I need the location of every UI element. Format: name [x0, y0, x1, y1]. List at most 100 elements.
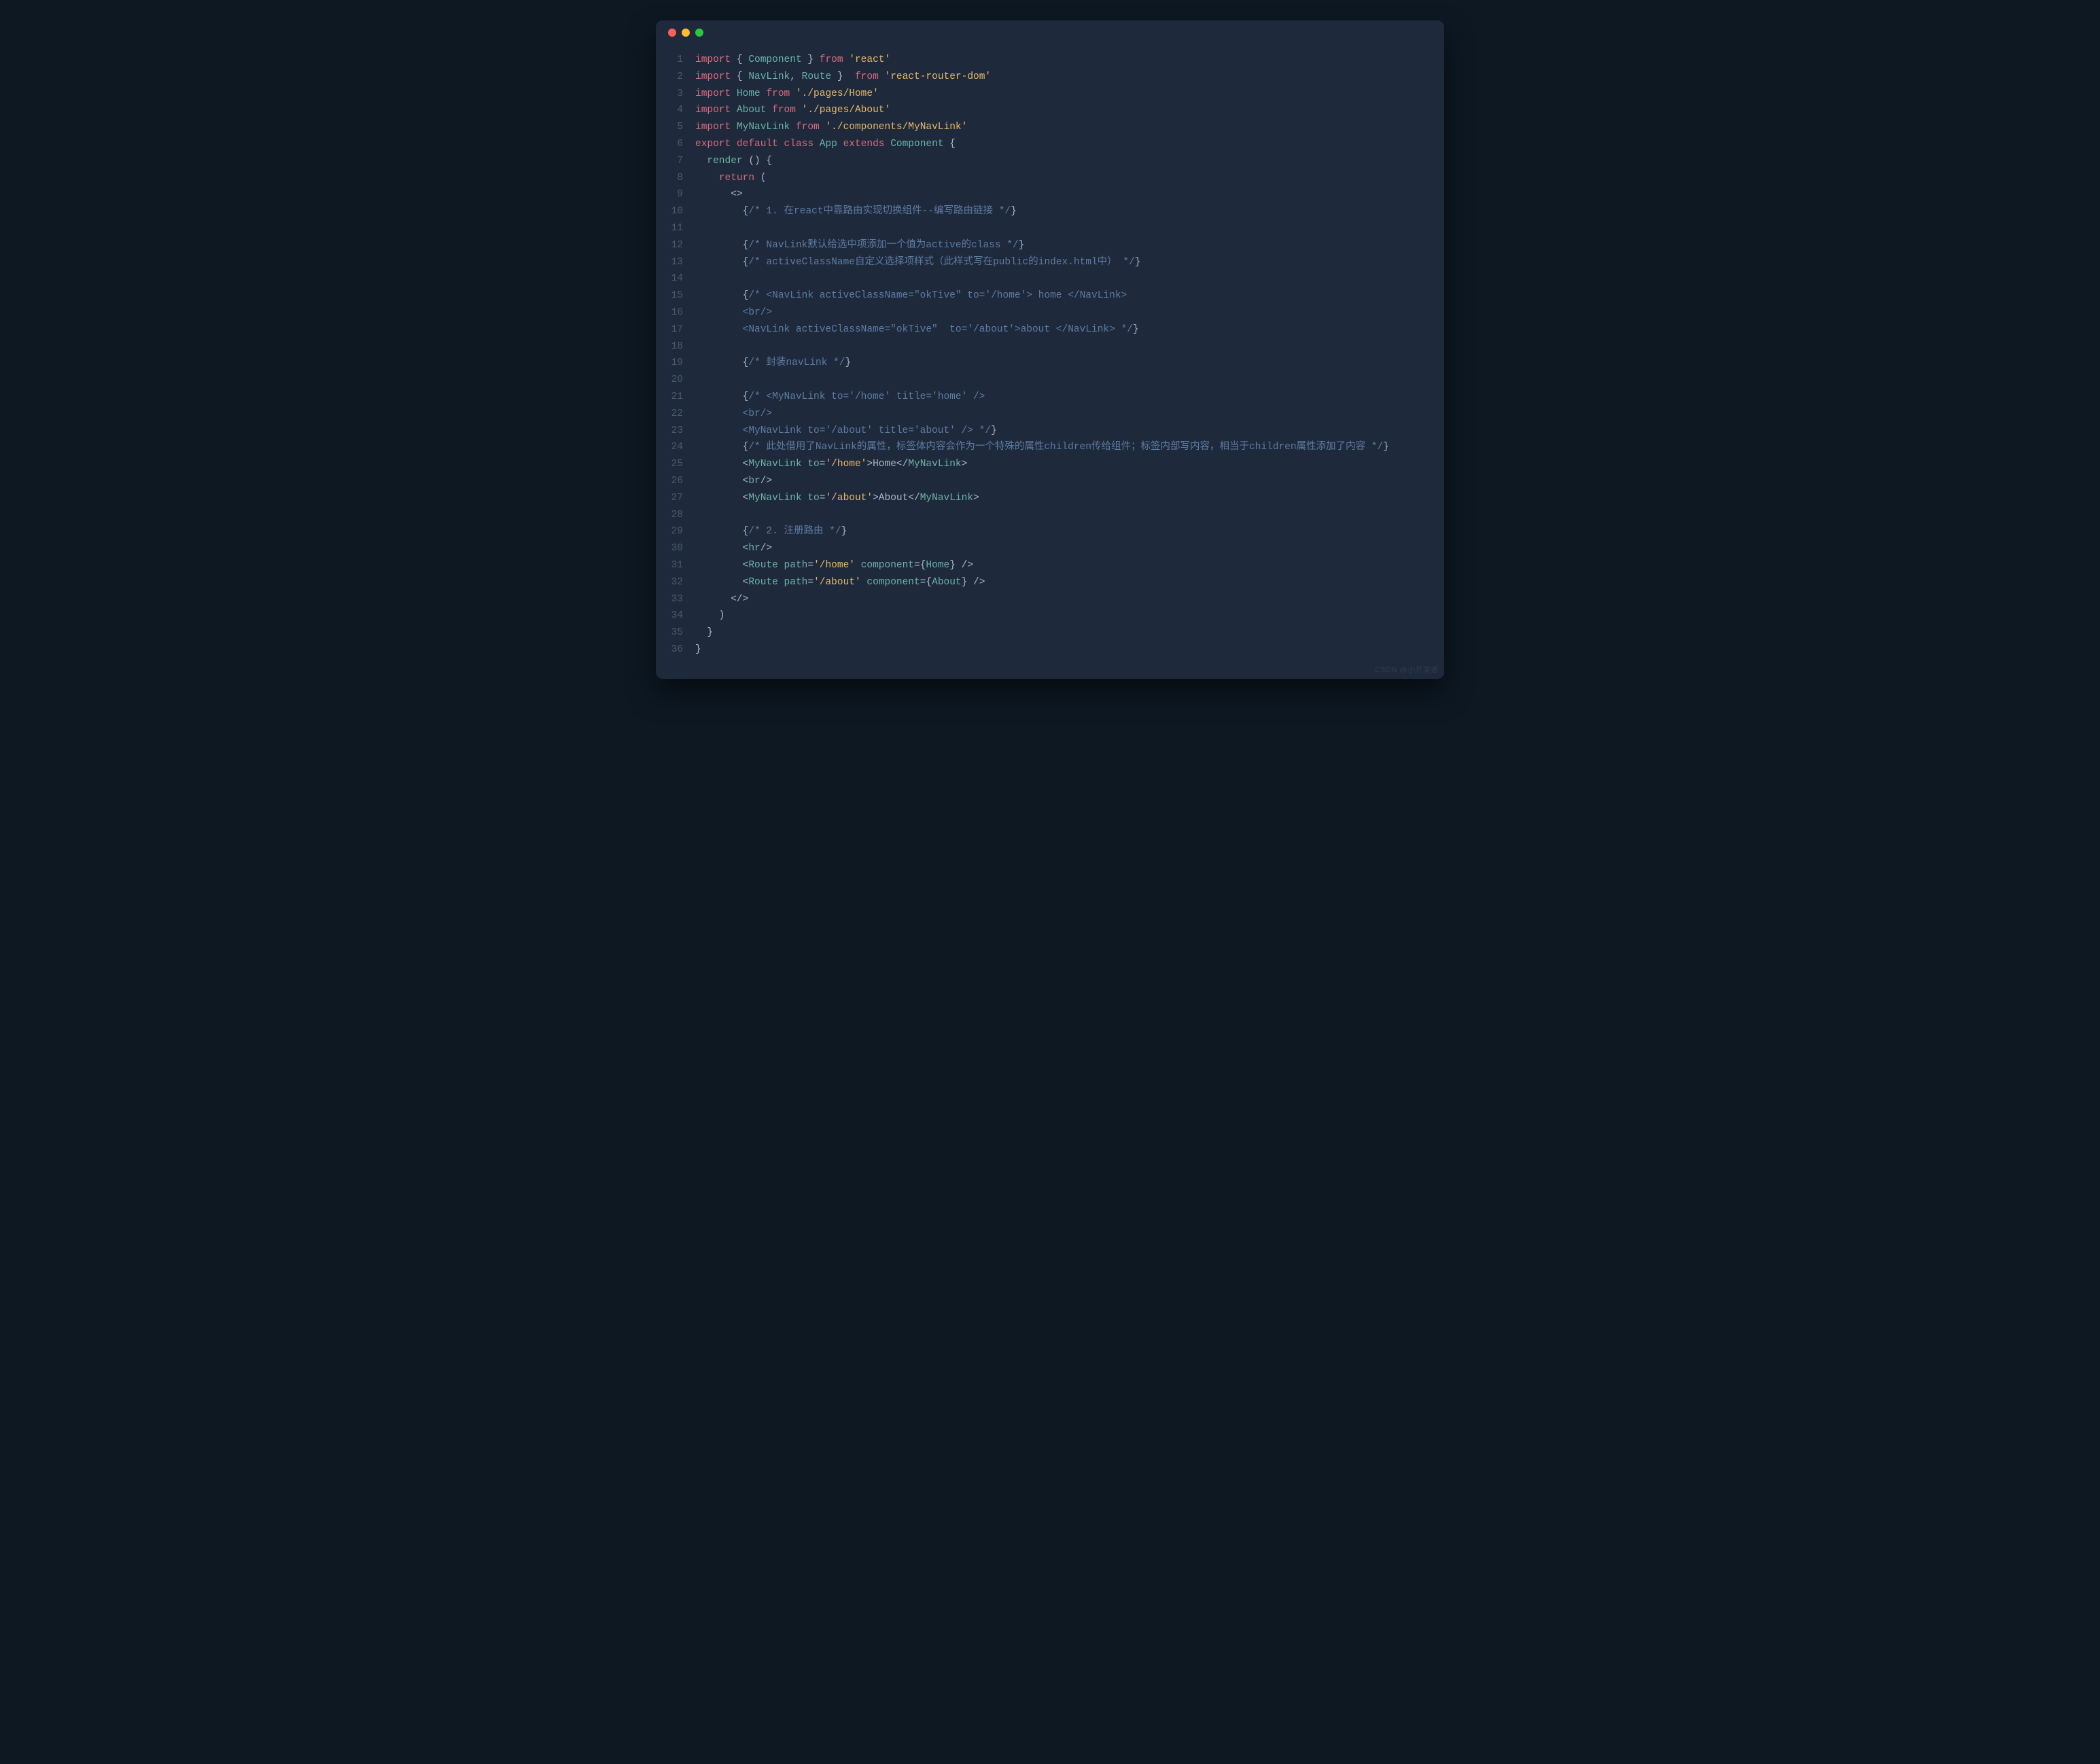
line-number: 12: [656, 237, 695, 254]
line-number: 19: [656, 355, 695, 372]
line-number: 11: [656, 220, 695, 237]
watermark: CSDN @小开发者: [1375, 664, 1439, 675]
line-content: {/* activeClassName自定义选择项样式（此样式写在public的…: [695, 254, 1444, 271]
line-number: 6: [656, 136, 695, 153]
line-content: <Route path='/about' component={About} /…: [695, 574, 1444, 591]
line-number: 5: [656, 119, 695, 136]
line-number: 1: [656, 52, 695, 69]
line-number: 3: [656, 86, 695, 103]
line-number: 14: [656, 270, 695, 287]
line-content: import Home from './pages/Home': [695, 86, 1444, 103]
line-number: 32: [656, 574, 695, 591]
code-line: 36}: [656, 641, 1444, 658]
line-number: 30: [656, 540, 695, 557]
line-number: 21: [656, 389, 695, 406]
line-content: export default class App extends Compone…: [695, 136, 1444, 153]
line-content: }: [695, 624, 1444, 641]
line-content: [695, 507, 1444, 524]
line-content: {/* 封装navLink */}: [695, 355, 1444, 372]
line-number: 17: [656, 321, 695, 338]
line-content: return (: [695, 170, 1444, 187]
line-content: {/* 1. 在react中靠路由实现切换组件--编写路由链接 */}: [695, 203, 1444, 220]
code-line: 4import About from './pages/About': [656, 102, 1444, 119]
line-content: {/* NavLink默认给选中项添加一个值为active的class */}: [695, 237, 1444, 254]
code-line: 9 <>: [656, 186, 1444, 203]
line-number: 13: [656, 254, 695, 271]
code-line: 33 </>: [656, 591, 1444, 608]
line-content: <br/>: [695, 304, 1444, 321]
code-line: 17 <NavLink activeClassName="okTive" to=…: [656, 321, 1444, 338]
line-number: 36: [656, 641, 695, 658]
line-content: [695, 372, 1444, 389]
line-number: 28: [656, 507, 695, 524]
line-number: 4: [656, 102, 695, 119]
code-line: 2import { NavLink, Route } from 'react-r…: [656, 69, 1444, 86]
code-line: 13 {/* activeClassName自定义选择项样式（此样式写在publ…: [656, 254, 1444, 271]
code-line: 23 <MyNavLink to='/about' title='about' …: [656, 423, 1444, 440]
line-content: {/* <NavLink activeClassName="okTive" to…: [695, 287, 1444, 304]
line-number: 18: [656, 338, 695, 355]
close-icon[interactable]: [668, 29, 676, 37]
line-content: import { Component } from 'react': [695, 52, 1444, 69]
line-content: {/* 此处借用了NavLink的属性，标签体内容会作为一个特殊的属性child…: [695, 439, 1444, 456]
code-line: 5import MyNavLink from './components/MyN…: [656, 119, 1444, 136]
line-number: 7: [656, 153, 695, 170]
code-line: 6export default class App extends Compon…: [656, 136, 1444, 153]
line-number: 8: [656, 170, 695, 187]
code-line: 21 {/* <MyNavLink to='/home' title='home…: [656, 389, 1444, 406]
code-line: 27 <MyNavLink to='/about'>About</MyNavLi…: [656, 490, 1444, 507]
code-area[interactable]: 1import { Component } from 'react'2impor…: [656, 45, 1444, 665]
line-content: <br/>: [695, 473, 1444, 490]
line-content: import About from './pages/About': [695, 102, 1444, 119]
line-number: 29: [656, 523, 695, 540]
code-line: 10 {/* 1. 在react中靠路由实现切换组件--编写路由链接 */}: [656, 203, 1444, 220]
code-line: 25 <MyNavLink to='/home'>Home</MyNavLink…: [656, 456, 1444, 473]
code-line: 14: [656, 270, 1444, 287]
minimize-icon[interactable]: [682, 29, 690, 37]
line-number: 33: [656, 591, 695, 608]
line-number: 34: [656, 607, 695, 624]
line-number: 22: [656, 406, 695, 423]
line-number: 20: [656, 372, 695, 389]
line-content: [695, 270, 1444, 287]
line-content: import { NavLink, Route } from 'react-ro…: [695, 69, 1444, 86]
line-content: }: [695, 641, 1444, 658]
line-number: 10: [656, 203, 695, 220]
line-number: 25: [656, 456, 695, 473]
line-number: 27: [656, 490, 695, 507]
code-line: 16 <br/>: [656, 304, 1444, 321]
line-content: {/* 2. 注册路由 */}: [695, 523, 1444, 540]
line-content: <>: [695, 186, 1444, 203]
code-line: 29 {/* 2. 注册路由 */}: [656, 523, 1444, 540]
code-line: 32 <Route path='/about' component={About…: [656, 574, 1444, 591]
code-line: 26 <br/>: [656, 473, 1444, 490]
line-number: 31: [656, 557, 695, 574]
line-content: <Route path='/home' component={Home} />: [695, 557, 1444, 574]
line-number: 23: [656, 423, 695, 440]
line-content: {/* <MyNavLink to='/home' title='home' /…: [695, 389, 1444, 406]
code-line: 20: [656, 372, 1444, 389]
line-content: <hr/>: [695, 540, 1444, 557]
maximize-icon[interactable]: [695, 29, 703, 37]
code-line: 18: [656, 338, 1444, 355]
code-line: 3import Home from './pages/Home': [656, 86, 1444, 103]
code-line: 19 {/* 封装navLink */}: [656, 355, 1444, 372]
editor-window: 1import { Component } from 'react'2impor…: [656, 20, 1444, 679]
window-titlebar: [656, 20, 1444, 45]
code-line: 35 }: [656, 624, 1444, 641]
line-number: 24: [656, 439, 695, 456]
code-line: 24 {/* 此处借用了NavLink的属性，标签体内容会作为一个特殊的属性ch…: [656, 439, 1444, 456]
code-line: 15 {/* <NavLink activeClassName="okTive"…: [656, 287, 1444, 304]
line-content: render () {: [695, 153, 1444, 170]
code-line: 22 <br/>: [656, 406, 1444, 423]
line-number: 16: [656, 304, 695, 321]
line-content: [695, 338, 1444, 355]
line-number: 15: [656, 287, 695, 304]
code-line: 28: [656, 507, 1444, 524]
line-content: <br/>: [695, 406, 1444, 423]
line-content: <MyNavLink to='/about'>About</MyNavLink>: [695, 490, 1444, 507]
line-content: <NavLink activeClassName="okTive" to='/a…: [695, 321, 1444, 338]
line-number: 9: [656, 186, 695, 203]
line-content: [695, 220, 1444, 237]
code-line: 1import { Component } from 'react': [656, 52, 1444, 69]
